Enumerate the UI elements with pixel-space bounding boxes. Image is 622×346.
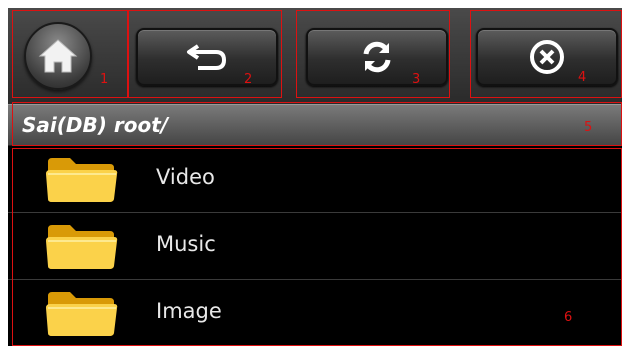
current-path: Sai(DB) root/ xyxy=(22,113,169,137)
list-item-label: Music xyxy=(156,232,216,256)
folder-icon xyxy=(46,292,118,336)
list-item-video[interactable]: Video xyxy=(8,146,622,213)
list-item-label: Video xyxy=(156,165,215,189)
annotation-number-3: 3 xyxy=(412,72,421,87)
list-item-image[interactable]: Image xyxy=(8,280,622,346)
home-button[interactable] xyxy=(24,22,92,90)
annotation-number-4: 4 xyxy=(578,70,587,85)
file-list: Video Music Image xyxy=(8,146,622,346)
folder-icon xyxy=(46,225,118,269)
annotation-number-1: 1 xyxy=(100,72,109,87)
annotation-number-2: 2 xyxy=(244,72,253,87)
back-button[interactable] xyxy=(136,28,278,86)
close-circle-icon xyxy=(530,40,564,74)
refresh-button[interactable] xyxy=(306,28,448,86)
home-icon xyxy=(38,39,78,73)
annotation-number-5: 5 xyxy=(584,120,593,135)
toolbar xyxy=(8,8,622,104)
back-arrow-icon xyxy=(187,44,227,70)
annotation-number-6: 6 xyxy=(564,310,573,325)
folder-icon xyxy=(46,158,118,202)
list-item-label: Image xyxy=(156,299,222,323)
path-bar: Sai(DB) root/ xyxy=(8,104,622,146)
refresh-icon xyxy=(363,41,391,73)
list-item-music[interactable]: Music xyxy=(8,213,622,280)
close-button[interactable] xyxy=(476,28,618,86)
file-browser-screen: Sai(DB) root/ Video Music Image xyxy=(8,8,622,346)
